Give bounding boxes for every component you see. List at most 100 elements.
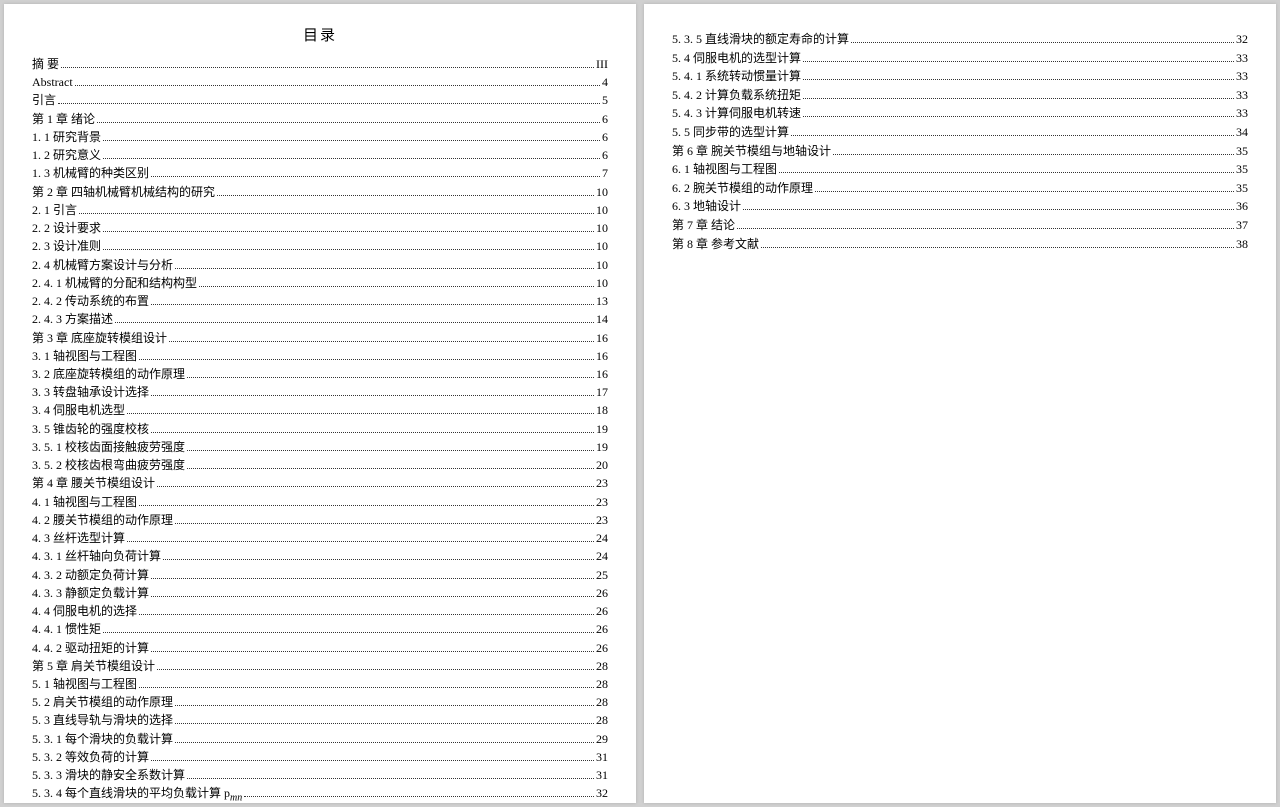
toc-page-number: 10 — [596, 219, 608, 237]
toc-leader-dots — [187, 377, 594, 378]
toc-label: 1. 3 机械臂的种类区别 — [32, 164, 149, 182]
toc-page-number: 34 — [1236, 123, 1248, 142]
toc-leader-dots — [791, 135, 1234, 136]
toc-page-number: 36 — [1236, 197, 1248, 216]
toc-label: 2. 1 引言 — [32, 201, 77, 219]
toc-entry: 4. 4. 1 惯性矩 26 — [32, 620, 608, 638]
toc-label: 4. 4 伺服电机的选择 — [32, 602, 137, 620]
toc-label: 6. 2 腕关节模组的动作原理 — [672, 179, 813, 198]
toc-label: 4. 3. 1 丝杆轴向负荷计算 — [32, 547, 161, 565]
toc-leader-dots — [103, 632, 594, 633]
toc-leader-dots — [779, 172, 1234, 173]
toc-page-number: 23 — [596, 474, 608, 492]
toc-page-number: 10 — [596, 256, 608, 274]
toc-leader-dots — [139, 505, 594, 506]
toc-entry: 4. 1 轴视图与工程图23 — [32, 493, 608, 511]
toc-label: 4. 2 腰关节模组的动作原理 — [32, 511, 173, 529]
toc-title: 目录 — [32, 24, 608, 45]
toc-page-number: 33 — [1236, 86, 1248, 105]
toc-leader-dots — [75, 85, 600, 86]
toc-label: 5. 2 肩关节模组的动作原理 — [32, 693, 173, 711]
toc-label: 第 7 章 结论 — [672, 216, 735, 235]
toc-leader-dots — [175, 723, 594, 724]
toc-page-number: 33 — [1236, 104, 1248, 123]
toc-leader-dots — [79, 213, 594, 214]
toc-leader-dots — [187, 468, 594, 469]
toc-label: 5. 4. 3 计算伺服电机转速 — [672, 104, 801, 123]
toc-label: 4. 1 轴视图与工程图 — [32, 493, 137, 511]
toc-entry: 6. 2 腕关节模组的动作原理 35 — [672, 179, 1248, 198]
toc-label: 3. 5 锥齿轮的强度校核 — [32, 420, 149, 438]
toc-page-number: 28 — [596, 711, 608, 729]
toc-entry: 5. 3. 4 每个直线滑块的平均负载计算 pmn32 — [32, 784, 608, 803]
toc-label: 第 1 章 绪论 — [32, 110, 95, 128]
toc-page-number: 32 — [1236, 30, 1248, 49]
toc-label: Abstract — [32, 73, 73, 91]
toc-entry: Abstract4 — [32, 73, 608, 91]
toc-label: 3. 3 转盘轴承设计选择 — [32, 383, 149, 401]
toc-leader-dots — [175, 705, 594, 706]
toc-entry: 2. 4. 1 机械臂的分配和结构构型10 — [32, 274, 608, 292]
toc-label: 5. 4. 2 计算负载系统扭矩 — [672, 86, 801, 105]
toc-label: 2. 4 机械臂方案设计与分析 — [32, 256, 173, 274]
toc-page-number: 26 — [596, 639, 608, 657]
toc-entry: 2. 4. 2 传动系统的布置13 — [32, 292, 608, 310]
toc-page-number: 35 — [1236, 179, 1248, 198]
toc-label: 4. 4. 2 驱动扭矩的计算 — [32, 639, 149, 657]
toc-leader-dots — [199, 286, 594, 287]
toc-label: 1. 1 研究背景 — [32, 128, 101, 146]
toc-leader-dots — [103, 249, 594, 250]
toc-entry: 6. 3 地轴设计 36 — [672, 197, 1248, 216]
toc-entry: 2. 1 引言10 — [32, 201, 608, 219]
toc-label: 5. 4. 1 系统转动惯量计算 — [672, 67, 801, 86]
toc-entry: 2. 4 机械臂方案设计与分析 10 — [32, 256, 608, 274]
toc-leader-dots — [743, 209, 1234, 210]
toc-page-number: 6 — [602, 110, 608, 128]
toc-entry: 第 6 章 腕关节模组与地轴设计35 — [672, 142, 1248, 161]
toc-entry: 3. 5. 1 校核齿面接触疲劳强度19 — [32, 438, 608, 456]
toc-label: 5. 3. 1 每个滑块的负载计算 — [32, 730, 173, 748]
toc-label: 第 3 章 底座旋转模组设计 — [32, 329, 167, 347]
toc-leader-dots — [127, 413, 594, 414]
toc-entry: 5. 4. 1 系统转动惯量计算33 — [672, 67, 1248, 86]
toc-entry: 5. 1 轴视图与工程图28 — [32, 675, 608, 693]
toc-label: 2. 4. 3 方案描述 — [32, 310, 113, 328]
toc-leader-dots — [163, 559, 594, 560]
toc-label: 第 2 章 四轴机械臂机械结构的研究 — [32, 183, 215, 201]
toc-leader-dots — [139, 687, 594, 688]
toc-page-number: 31 — [596, 748, 608, 766]
toc-page-number: 6 — [602, 146, 608, 164]
toc-label: 2. 3 设计准则 — [32, 237, 101, 255]
toc-page-number: 26 — [596, 602, 608, 620]
toc-label: 2. 4. 2 传动系统的布置 — [32, 292, 149, 310]
toc-leader-dots — [103, 158, 600, 159]
toc-page-number: 28 — [596, 693, 608, 711]
toc-label: 4. 4. 1 惯性矩 — [32, 620, 101, 638]
toc-entry: 5. 4 伺服电机的选型计算33 — [672, 49, 1248, 68]
toc-page-number: 16 — [596, 347, 608, 365]
toc-entry: 5. 5 同步带的选型计算 34 — [672, 123, 1248, 142]
toc-entry: 2. 2 设计要求 10 — [32, 219, 608, 237]
toc-label: 2. 2 设计要求 — [32, 219, 101, 237]
toc-entry: 5. 3. 3 滑块的静安全系数计算31 — [32, 766, 608, 784]
toc-entry: 4. 3. 2 动额定负荷计算25 — [32, 566, 608, 584]
toc-label: 5. 5 同步带的选型计算 — [672, 123, 789, 142]
toc-leader-dots — [187, 778, 594, 779]
toc-label: 5. 3. 5 直线滑块的额定寿命的计算 — [672, 30, 849, 49]
toc-page-number: 35 — [1236, 142, 1248, 161]
toc-entry: 5. 4. 2 计算负载系统扭矩 33 — [672, 86, 1248, 105]
toc-entry: 第 3 章 底座旋转模组设计16 — [32, 329, 608, 347]
toc-leader-dots — [169, 341, 594, 342]
toc-page-number: 31 — [596, 766, 608, 784]
toc-label: 摘 要 — [32, 55, 59, 73]
toc-leader-dots — [833, 154, 1234, 155]
toc-leader-dots — [151, 760, 594, 761]
toc-page-number: 38 — [1236, 235, 1248, 254]
toc-page-number: 26 — [596, 620, 608, 638]
toc-page-number: 24 — [596, 547, 608, 565]
toc-page-number: III — [596, 55, 608, 73]
toc-label: 第 8 章 参考文献 — [672, 235, 759, 254]
toc-label: 6. 3 地轴设计 — [672, 197, 741, 216]
toc-entry: 4. 3 丝杆选型计算24 — [32, 529, 608, 547]
toc-leader-dots — [151, 578, 594, 579]
